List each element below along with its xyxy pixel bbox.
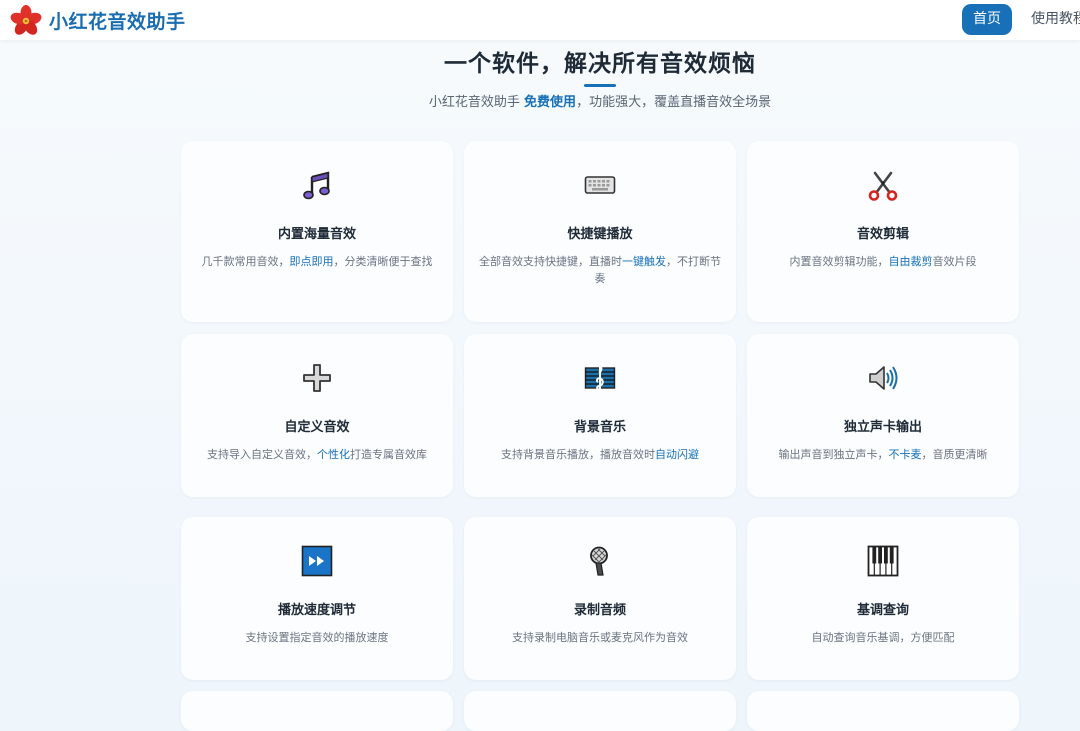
feature-description: 全部音效支持快捷键，直播时一键触发，不打断节奏 (478, 253, 722, 287)
feature-card[interactable]: 音效剪辑 内置音效剪辑功能，自由裁剪音效片段 (747, 141, 1019, 322)
feature-card[interactable] (747, 691, 1019, 731)
feature-description: 支持导入自定义音效，个性化打造专属音效库 (195, 446, 439, 463)
feature-card[interactable] (181, 691, 453, 731)
piano-keys-icon (867, 545, 899, 577)
feature-description: 几千款常用音效，即点即用，分类清晰便于查找 (195, 253, 439, 270)
desc-text: 输出声音到独立声卡， (778, 448, 889, 461)
feature-title: 自定义音效 (284, 420, 350, 435)
desc-text: 几千款常用音效， (201, 255, 290, 268)
fast-forward-icon (301, 545, 333, 577)
desc-highlight: 不卡麦 (888, 448, 922, 461)
desc-text: 支持录制电脑音乐或麦克风作为音效 (512, 631, 688, 644)
top-navbar: 小红花音效助手 首页 使用教程 (0, 0, 1080, 40)
desc-text: ，音质更清晰 (921, 448, 988, 461)
feature-title: 内置海量音效 (277, 227, 356, 242)
musical-notes-icon (303, 171, 330, 200)
hero-subtitle: 小红花音效助手 免费使用，功能强大，覆盖直播音效全场景 (0, 91, 1080, 110)
desc-text: 支持设置指定音效的播放速度 (245, 631, 389, 644)
feature-description: 支持背景音乐播放，播放音效时自动闪避 (478, 446, 722, 463)
feature-description: 内置音效剪辑功能，自由裁剪音效片段 (761, 253, 1005, 270)
desc-highlight: 自动闪避 (655, 448, 699, 461)
feature-description: 支持设置指定音效的播放速度 (195, 629, 439, 646)
desc-highlight: 一键触发 (622, 255, 666, 268)
feature-card[interactable]: 基调查询 自动查询音乐基调，方便匹配 (747, 517, 1019, 680)
subtitle-highlight: 免费使用 (524, 95, 577, 110)
feature-title: 独立声卡输出 (843, 420, 922, 435)
title-underline (584, 84, 616, 87)
feature-title: 基调查询 (856, 603, 909, 618)
plus-icon (303, 364, 331, 392)
desc-text: 支持背景音乐播放，播放音效时 (501, 448, 655, 461)
desc-text: 自动查询音乐基调，方便匹配 (811, 631, 955, 644)
feature-title: 播放速度调节 (277, 603, 356, 618)
keyboard-icon (584, 176, 616, 194)
nav-home-button[interactable]: 首页 (962, 4, 1012, 35)
microphone-icon (590, 546, 608, 576)
desc-text: 音效片段 (932, 255, 977, 268)
desc-highlight: 个性化 (317, 448, 350, 461)
feature-card[interactable]: 独立声卡输出 输出声音到独立声卡，不卡麦，音质更清晰 (747, 334, 1019, 497)
feature-description: 输出声音到独立声卡，不卡麦，音质更清晰 (761, 446, 1005, 463)
feature-title: 录制音频 (573, 603, 626, 618)
desc-text: 内置音效剪辑功能， (789, 255, 889, 268)
feature-title: 音效剪辑 (856, 227, 909, 242)
desc-highlight: 自由裁剪 (888, 255, 933, 268)
feature-description: 自动查询音乐基调，方便匹配 (761, 629, 1005, 646)
desc-text: 支持导入自定义音效， (207, 448, 317, 461)
subtitle-text-before: 小红花音效助手 (428, 95, 525, 110)
feature-card[interactable]: 内置海量音效 几千款常用音效，即点即用，分类清晰便于查找 (181, 141, 453, 322)
desc-text: ，分类清晰便于查找 (333, 255, 433, 268)
feature-card[interactable]: 快捷键播放 全部音效支持快捷键，直播时一键触发，不打断节奏 (464, 141, 736, 322)
feature-card[interactable]: 播放速度调节 支持设置指定音效的播放速度 (181, 517, 453, 680)
feature-card[interactable] (464, 691, 736, 731)
desc-text: 打造专属音效库 (350, 448, 427, 461)
brand-name[interactable]: 小红花音效助手 (49, 7, 186, 34)
desc-text: 全部音效支持快捷键，直播时 (479, 255, 622, 268)
feature-title: 快捷键播放 (567, 227, 633, 242)
feature-card[interactable]: 录制音频 支持录制电脑音乐或麦克风作为音效 (464, 517, 736, 680)
feature-card[interactable]: 自定义音效 支持导入自定义音效，个性化打造专属音效库 (181, 334, 453, 497)
nav-tutorial-link[interactable]: 使用教程 (1031, 4, 1080, 35)
desc-highlight: 即点即用 (289, 255, 334, 268)
feature-description: 支持录制电脑音乐或麦克风作为音效 (478, 629, 722, 646)
feature-card[interactable]: 背景音乐 支持背景音乐播放，播放音效时自动闪避 (464, 334, 736, 497)
red-flower-logo-icon[interactable] (10, 5, 42, 37)
scissors-icon (868, 171, 898, 201)
hero-title: 一个软件，解决所有音效烦恼 (444, 51, 756, 77)
speaker-icon (869, 366, 898, 390)
feature-title: 背景音乐 (573, 420, 626, 435)
music-score-icon (584, 364, 616, 391)
subtitle-text-after: ，功能强大，覆盖直播音效全场景 (576, 95, 772, 110)
